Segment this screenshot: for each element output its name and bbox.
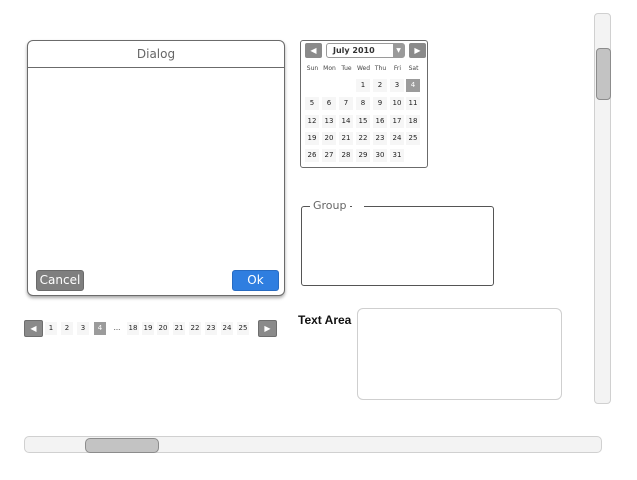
calendar-next-month-button[interactable]: ▶: [409, 43, 426, 58]
calendar-weekday: Tue: [341, 65, 352, 72]
vertical-scrollbar-thumb[interactable]: [596, 48, 611, 100]
calendar-day[interactable]: 31: [390, 149, 404, 162]
calendar-day[interactable]: 21: [339, 132, 353, 145]
calendar-day[interactable]: 25: [406, 132, 420, 145]
calendar-day[interactable]: 14: [339, 115, 353, 128]
calendar-day[interactable]: 28: [339, 149, 353, 162]
calendar-day[interactable]: 16: [373, 115, 387, 128]
calendar-day[interactable]: 1: [356, 79, 370, 92]
calendar-day[interactable]: 10: [390, 97, 404, 110]
dialog-title: Dialog: [28, 41, 284, 68]
calendar-day[interactable]: 22: [356, 132, 370, 145]
calendar-weekday: Sat: [408, 65, 419, 72]
calendar-day[interactable]: 29: [356, 149, 370, 162]
horizontal-scrollbar[interactable]: [24, 436, 602, 453]
pagination-page[interactable]: 1: [45, 322, 57, 335]
group-box: Group: [301, 199, 494, 286]
horizontal-scrollbar-thumb[interactable]: [85, 438, 159, 453]
calendar-day[interactable]: 17: [390, 115, 404, 128]
calendar-day[interactable]: 18: [406, 115, 420, 128]
pagination-ellipsis: ...: [113, 324, 121, 332]
pagination-page[interactable]: 3: [77, 322, 89, 335]
ok-button[interactable]: Ok: [232, 270, 279, 291]
pagination-page[interactable]: 18: [127, 322, 139, 335]
calendar-day[interactable]: 12: [305, 115, 319, 128]
calendar-day[interactable]: 4: [406, 79, 420, 92]
calendar-day[interactable]: 19: [305, 132, 319, 145]
text-area-label: Text Area: [298, 313, 352, 327]
calendar-weekday: Fri: [393, 65, 402, 72]
calendar-weekday: Wed: [356, 65, 371, 72]
calendar-day[interactable]: 20: [322, 132, 336, 145]
calendar-weekday: Sun: [306, 65, 319, 72]
pagination-page[interactable]: 24: [221, 322, 233, 335]
text-area[interactable]: [357, 308, 562, 400]
calendar-day[interactable]: 9: [373, 97, 387, 110]
calendar-day[interactable]: 23: [373, 132, 387, 145]
pagination-page[interactable]: 23: [205, 322, 217, 335]
calendar-month-label: July 2010: [333, 46, 375, 55]
vertical-scrollbar[interactable]: [594, 13, 611, 404]
pagination-page[interactable]: 4: [94, 322, 106, 335]
calendar-day[interactable]: 6: [322, 97, 336, 110]
calendar-day[interactable]: 8: [356, 97, 370, 110]
calendar-weekday: Mon: [323, 65, 336, 72]
calendar-prev-month-button[interactable]: ◀: [305, 43, 322, 58]
calendar-day[interactable]: 7: [339, 97, 353, 110]
pagination-page[interactable]: 22: [189, 322, 201, 335]
calendar-day[interactable]: 11: [406, 97, 420, 110]
calendar-day[interactable]: 2: [373, 79, 387, 92]
calendar-day[interactable]: 13: [322, 115, 336, 128]
chevron-down-icon: ▼: [393, 44, 404, 57]
pagination-page[interactable]: 19: [142, 322, 154, 335]
calendar-day[interactable]: 3: [390, 79, 404, 92]
calendar: ◀ July 2010 ▼ ▶ Sun Mon Tue Wed Thu Fri Sat 12…: [300, 40, 428, 168]
pagination-next-button[interactable]: ▶: [258, 320, 277, 337]
calendar-month-select[interactable]: July 2010 ▼: [326, 43, 405, 58]
calendar-day[interactable]: 5: [305, 97, 319, 110]
group-label: Group: [310, 199, 350, 213]
calendar-weekday: Thu: [374, 65, 387, 72]
calendar-day[interactable]: 15: [356, 115, 370, 128]
pagination-prev-button[interactable]: ◀: [24, 320, 43, 337]
calendar-day[interactable]: 26: [305, 149, 319, 162]
pagination-page[interactable]: 20: [157, 322, 169, 335]
pagination-page[interactable]: 21: [173, 322, 185, 335]
group-border-gap: [352, 205, 364, 209]
dialog: Dialog Cancel Ok: [27, 40, 285, 296]
calendar-day[interactable]: 27: [322, 149, 336, 162]
calendar-day[interactable]: 24: [390, 132, 404, 145]
pagination-page[interactable]: 25: [237, 322, 249, 335]
pagination-page[interactable]: 2: [61, 322, 73, 335]
cancel-button[interactable]: Cancel: [36, 270, 84, 291]
calendar-day[interactable]: 30: [373, 149, 387, 162]
